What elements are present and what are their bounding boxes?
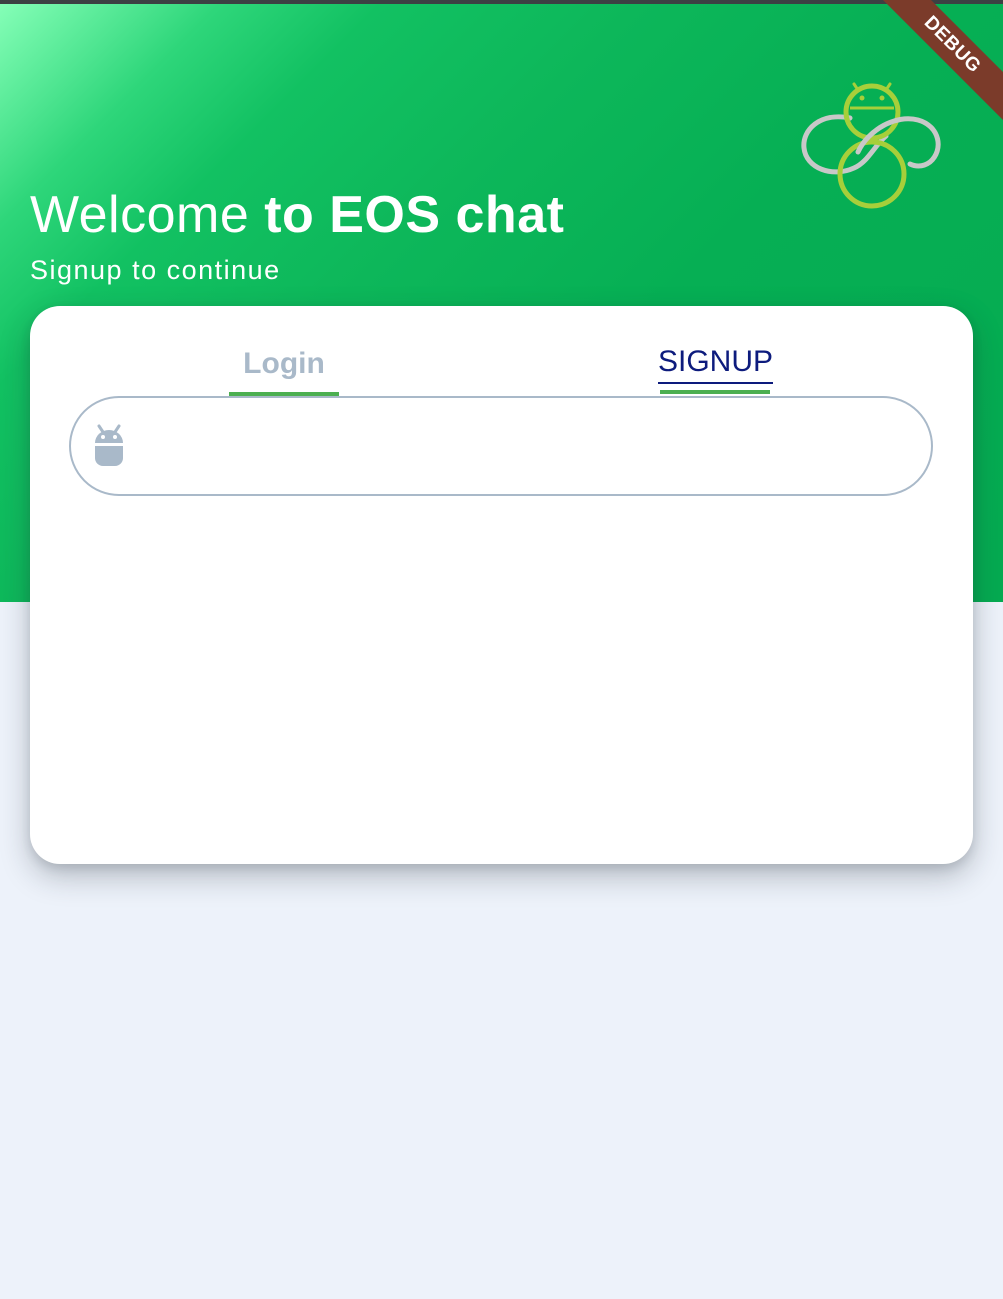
tab-login[interactable]: Login [229,342,339,396]
eos-chat-logo-icon [801,82,941,209]
username-input[interactable] [151,418,915,476]
status-strip [0,0,1003,4]
tab-signup-indicator [660,390,770,394]
signup-subtitle: Signup to continue [30,255,281,285]
tab-login-label: Login [243,347,325,380]
tab-signup[interactable]: SIGNUP [658,342,774,394]
welcome-title: Welcome to EOS chat [30,184,564,246]
android-icon [95,424,123,466]
app-screen: Welcome to EOS chat Signup to continue D… [0,0,1003,1299]
auth-card: Login SIGNUP [30,306,973,864]
tab-signup-label: SIGNUP [658,342,774,384]
welcome-title-prefix: Welcome [30,186,265,244]
username-field[interactable] [69,396,933,496]
welcome-title-app-name: to EOS chat [264,186,565,244]
